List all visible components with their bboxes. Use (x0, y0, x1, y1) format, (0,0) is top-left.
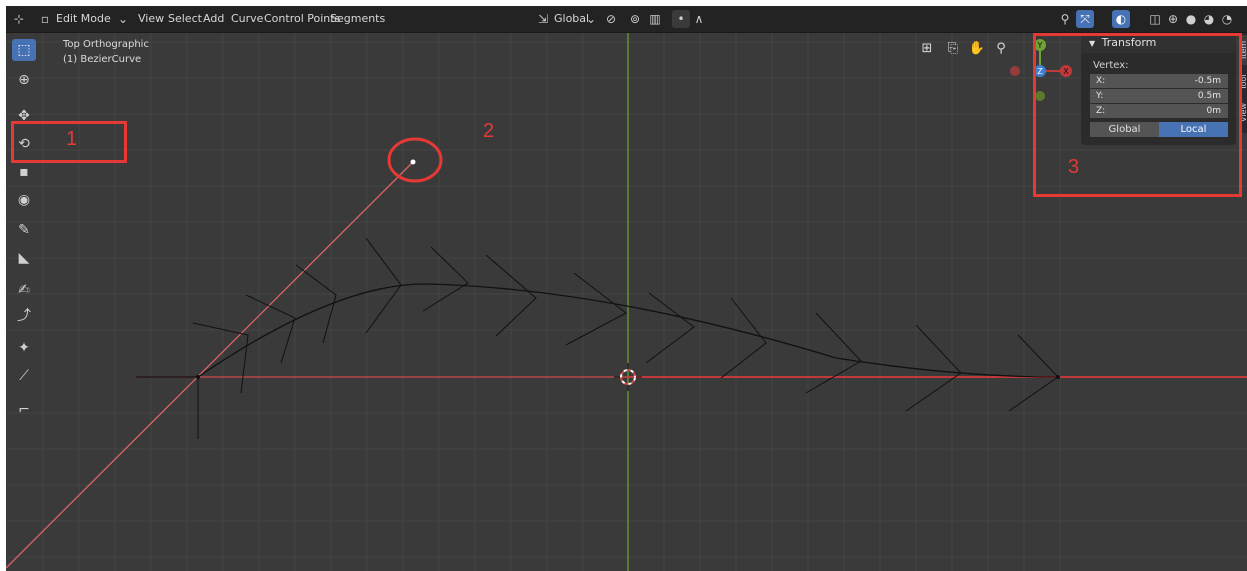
menu-view[interactable]: View (134, 10, 168, 28)
curve-normals (192, 237, 1059, 412)
viewport-header: ⊹ ▫ Edit Mode ⌄ View Select Add Curve Co… (6, 6, 1247, 33)
chevron-down-icon: ⌄ (118, 12, 129, 26)
editor-type-icon[interactable]: ⊹ (10, 10, 28, 28)
annotation-number-2: 2 (483, 120, 495, 142)
pivot-icon[interactable]: ⊘ (602, 10, 620, 28)
camera-icon[interactable]: ⎘ (942, 38, 964, 60)
shading-wire-icon[interactable]: ⊕ (1164, 10, 1182, 28)
gizmo-icon[interactable]: ⤧ (1076, 10, 1094, 28)
annotation-number-3: 3 (1068, 156, 1080, 178)
annotation-number-1: 1 (66, 128, 78, 150)
falloff-icon[interactable]: ∧ (690, 10, 708, 28)
object-name: (1) BezierCurve (63, 54, 142, 65)
selected-handle-point[interactable] (410, 159, 416, 165)
menu-segments[interactable]: Segments (326, 10, 389, 28)
snap-target-icon[interactable]: ▥ (646, 10, 664, 28)
annotate-icon[interactable]: ✎ (12, 219, 36, 241)
menu-add[interactable]: Add (199, 10, 228, 28)
measure-icon[interactable]: ◣ (12, 247, 36, 269)
snap-icon[interactable]: ⊚ (626, 10, 644, 28)
transform-icon[interactable]: ◉ (12, 189, 36, 211)
annotation-box-3 (1033, 33, 1242, 197)
overlay-icon[interactable]: ◐ (1112, 10, 1130, 28)
annotation-circle (387, 137, 443, 183)
mode-dropdown[interactable]: Edit Mode (52, 10, 115, 28)
pan-hand-icon[interactable]: ✋ (966, 38, 988, 60)
grid-view-icon[interactable]: ⊞ (916, 38, 938, 60)
extrude-icon[interactable]: ⤴ (12, 305, 36, 327)
tilt-icon[interactable]: ⟋ (12, 365, 36, 387)
select-box-icon[interactable]: ⬚ (12, 39, 36, 61)
shading-render-icon[interactable]: ◔ (1218, 10, 1236, 28)
view-name: Top Orthographic (63, 39, 149, 50)
xray-icon[interactable]: ◫ (1146, 10, 1164, 28)
control-point[interactable] (196, 375, 200, 379)
visibility-icon[interactable]: ⚲ (1056, 10, 1074, 28)
cursor-icon[interactable]: ⊕ (12, 69, 36, 91)
proportional-edit-icon[interactable]: • (672, 10, 690, 28)
blender-window: ⊹ ▫ Edit Mode ⌄ View Select Add Curve Co… (0, 0, 1247, 571)
control-point[interactable] (1056, 375, 1060, 379)
chevron-down-icon: ⌄ (586, 12, 597, 26)
radius-icon[interactable]: ✦ (12, 337, 36, 359)
curve-handle-line (6, 161, 414, 569)
shading-solid-icon[interactable]: ● (1182, 10, 1200, 28)
draw-icon[interactable]: ✍ (12, 279, 36, 301)
scale-icon[interactable]: ▪ (12, 161, 36, 183)
shading-material-icon[interactable]: ◕ (1200, 10, 1218, 28)
randomize-icon[interactable]: ⌐ (12, 399, 36, 421)
